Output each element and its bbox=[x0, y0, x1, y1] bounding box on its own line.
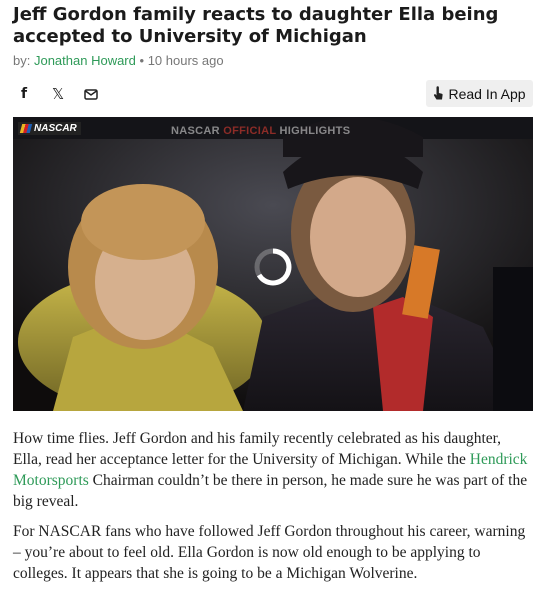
video-title-official: OFFICIAL bbox=[223, 125, 277, 137]
article-headline: Jeff Gordon family reacts to daughter El… bbox=[13, 4, 499, 47]
paragraph-text: Chairman couldn’t be there in person, he… bbox=[13, 472, 528, 510]
byline-separator: • bbox=[139, 53, 145, 68]
author-link[interactable]: Jonathan Howard bbox=[34, 53, 136, 68]
mail-icon[interactable] bbox=[84, 88, 98, 100]
video-player[interactable]: NASCAR NASCAR OFFICIAL HIGHLIGHTS bbox=[13, 117, 533, 411]
share-bar: f 𝕏 bbox=[13, 85, 98, 103]
phone-tap-icon bbox=[434, 86, 444, 100]
video-title-prefix: NASCAR bbox=[171, 125, 224, 137]
byline: by: Jonathan Howard • 10 hours ago bbox=[13, 53, 224, 68]
video-title-suffix: HIGHLIGHTS bbox=[276, 125, 351, 137]
byline-prefix: by: bbox=[13, 53, 31, 68]
article-paragraph: For NASCAR fans who have followed Jeff G… bbox=[13, 523, 526, 582]
loading-spinner-icon bbox=[254, 248, 292, 286]
x-icon[interactable]: 𝕏 bbox=[50, 85, 66, 103]
facebook-icon[interactable]: f bbox=[17, 86, 31, 102]
article-paragraph: How time flies. Jeff Gordon and his fami… bbox=[13, 428, 533, 512]
nascar-logo: NASCAR bbox=[18, 122, 81, 135]
paragraph-text: How time flies. Jeff Gordon and his fami… bbox=[13, 430, 502, 468]
publish-time: 10 hours ago bbox=[147, 53, 224, 68]
video-title: NASCAR OFFICIAL HIGHLIGHTS bbox=[171, 125, 350, 137]
read-in-app-label: Read In App bbox=[448, 85, 526, 102]
read-in-app-button[interactable]: Read In App bbox=[426, 80, 533, 107]
